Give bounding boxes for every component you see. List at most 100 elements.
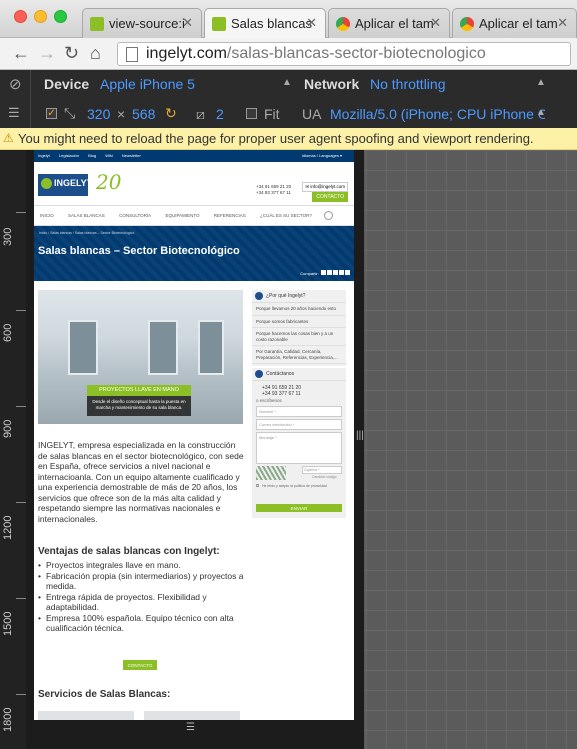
ingelyt-favicon-icon <box>212 17 226 31</box>
close-tab-icon[interactable]: ✕ <box>557 15 568 31</box>
warning-text: You might need to reload the page for pr… <box>18 131 534 146</box>
image-caption: Desde el diseño conceptual hasta la pues… <box>87 396 191 416</box>
contact-heading: Contáctanos <box>252 368 346 381</box>
tab-label: Salas blancas <box>231 16 312 31</box>
media-query-icon[interactable]: ☰ <box>8 105 20 121</box>
swap-dimensions-icon[interactable]: ↻ <box>165 105 177 122</box>
twitter-icon[interactable] <box>327 270 332 275</box>
home-icon[interactable]: ⌂ <box>90 43 101 64</box>
fit-checkbox[interactable] <box>246 108 257 119</box>
tab-salas-blancas[interactable]: Salas blancas ✕ <box>204 8 326 39</box>
forward-arrow-icon[interactable]: → <box>38 43 56 64</box>
menu-item-referencias[interactable]: REFERENCIAS <box>214 213 246 218</box>
intro-paragraph: INGELYT, empresa especializada en la con… <box>38 440 244 524</box>
topbar-link[interactable]: Newsletter <box>122 153 141 158</box>
captcha-refresh-link[interactable]: Cambiar código <box>312 475 337 479</box>
site-logo[interactable]: INGELYT <box>38 174 92 196</box>
height-input[interactable]: 568 <box>132 106 155 122</box>
message-field[interactable]: Mensaje * <box>256 432 342 464</box>
resize-icon: ⤡ <box>64 105 76 121</box>
dimension-separator: × <box>117 106 126 122</box>
menu-item-sector[interactable]: ¿CUÁL ES SU SECTOR? <box>260 213 312 218</box>
fit-label: Fit <box>264 106 280 122</box>
close-tab-icon[interactable]: ✕ <box>306 15 317 31</box>
facebook-icon[interactable] <box>321 270 326 275</box>
topbar-link[interactable]: Ingelyt <box>38 153 50 158</box>
minimize-window-button[interactable] <box>34 10 47 23</box>
address-bar[interactable]: ingelyt.com/salas-blancas-sector-biotecn… <box>117 42 571 66</box>
site-topbar: Ingelyt Legislación Blog Wiki Newsletter… <box>34 150 354 162</box>
device-select[interactable]: Apple iPhone 5 <box>100 76 195 92</box>
tab-view-source[interactable]: view-source:i ✕ <box>82 8 202 38</box>
scale-input[interactable]: 2 <box>216 106 224 122</box>
share-label: Compartir: <box>300 271 319 276</box>
language-selector[interactable]: Idiomas / Languages ▾ <box>302 153 342 158</box>
network-label: Network <box>304 76 360 92</box>
menu-item-equipamiento[interactable]: EQUIPAMIENTO <box>165 213 199 218</box>
emulated-viewport: Ingelyt Legislación Blog Wiki Newsletter… <box>34 150 354 720</box>
page-title: Salas blancas – Sector Biotecnológico <box>38 245 240 257</box>
topbar-link[interactable]: Blog <box>88 153 96 158</box>
site-header: INGELYT 20 +34 91 659 21 20 +34 93 377 6… <box>34 162 354 206</box>
linkedin-icon[interactable] <box>333 270 338 275</box>
close-tab-icon[interactable]: ✕ <box>430 15 441 31</box>
resize-handle-right[interactable]: ||| <box>356 430 364 441</box>
list-item: Por Garantía, Calidad, Cercanía, Prepara… <box>252 346 346 364</box>
email-share-icon[interactable] <box>345 270 350 275</box>
chrome-favicon-icon <box>460 17 474 31</box>
ruler-tick <box>16 310 26 311</box>
browser-titlebar: view-source:i ✕ Salas blancas ✕ Aplicar … <box>0 0 577 39</box>
resize-handle-bottom[interactable]: ☰ <box>186 722 195 733</box>
browser-toolbar: ← → ↻ ⌂ ingelyt.com/salas-blancas-sector… <box>0 38 577 70</box>
tab-aplicar-1[interactable]: Aplicar el tam ✕ <box>328 8 450 38</box>
phone-number[interactable]: +34 93 377 67 11 <box>256 190 291 196</box>
maximize-window-button[interactable] <box>54 10 67 23</box>
topbar-link[interactable]: Legislación <box>59 153 79 158</box>
privacy-checkbox[interactable] <box>256 484 259 487</box>
googleplus-icon[interactable] <box>339 270 344 275</box>
search-icon[interactable] <box>324 211 333 220</box>
name-field[interactable]: Nombre * <box>256 406 342 417</box>
vertical-ruler: 300 600 900 1200 1500 1800 <box>0 150 26 749</box>
email-field[interactable]: Correo electrónico * <box>256 419 342 430</box>
page-hero: Inicio / Salas blancas / Salas blancas –… <box>34 226 354 281</box>
anniversary-badge: 20 <box>96 170 122 194</box>
no-entry-icon[interactable]: ⊘ <box>9 75 22 93</box>
ruler-label: 1200 <box>2 515 14 540</box>
network-select[interactable]: No throttling <box>370 76 445 92</box>
topbar-link[interactable]: Wiki <box>105 153 113 158</box>
back-arrow-icon[interactable]: ← <box>12 43 30 64</box>
user-agent-input[interactable]: Mozilla/5.0 (iPhone; CPU iPhone O... <box>330 106 545 122</box>
tab-label: view-source:i <box>109 16 185 31</box>
close-tab-icon[interactable]: ✕ <box>182 15 193 31</box>
services-heading: Servicios de Salas Blancas: <box>38 689 171 700</box>
why-heading-text: ¿Por qué Ingelyt? <box>266 293 306 299</box>
tab-label: Aplicar el tam <box>355 16 434 31</box>
chrome-favicon-icon <box>336 17 350 31</box>
captcha-input[interactable]: Captcha * <box>302 466 342 474</box>
tab-label: Aplicar el tam <box>479 16 558 31</box>
contact-or: o escríbenos <box>256 398 282 403</box>
close-window-button[interactable] <box>14 10 27 23</box>
ruler-tick <box>16 502 26 503</box>
send-button[interactable]: ENVIAR <box>256 504 342 512</box>
email-text: info@ingelyt.com <box>310 184 345 189</box>
reload-icon[interactable]: ↻ <box>64 43 79 64</box>
cleanroom-image: PROYECTOS LLAVE EN MANO Desde el diseño … <box>38 290 243 424</box>
header-email[interactable]: ✉ info@ingelyt.com <box>302 182 348 192</box>
menu-item-salas-blancas[interactable]: SALAS BLANCAS <box>68 213 105 218</box>
emulate-checkbox[interactable]: ✓ <box>46 108 57 119</box>
gear-logo-icon <box>41 178 52 189</box>
menu-item-inicio[interactable]: INICIO <box>40 213 54 218</box>
contact-cta-button[interactable]: CONTACTO <box>123 660 157 670</box>
ruler-tick <box>16 406 26 407</box>
warning-icon: ⚠ <box>3 131 14 145</box>
menu-item-consultoria[interactable]: CONSULTORÍA <box>119 213 151 218</box>
device-pixel-ratio-icon: ⧄ <box>196 106 205 122</box>
tab-aplicar-2[interactable]: Aplicar el tam ✕ <box>452 8 577 38</box>
header-contact-button[interactable]: CONTACTO <box>312 192 348 202</box>
image-detail <box>148 320 178 375</box>
captcha-row: Captcha * Cambiar código <box>256 466 342 482</box>
width-input[interactable]: 320 <box>87 106 110 122</box>
question-icon <box>255 292 263 300</box>
